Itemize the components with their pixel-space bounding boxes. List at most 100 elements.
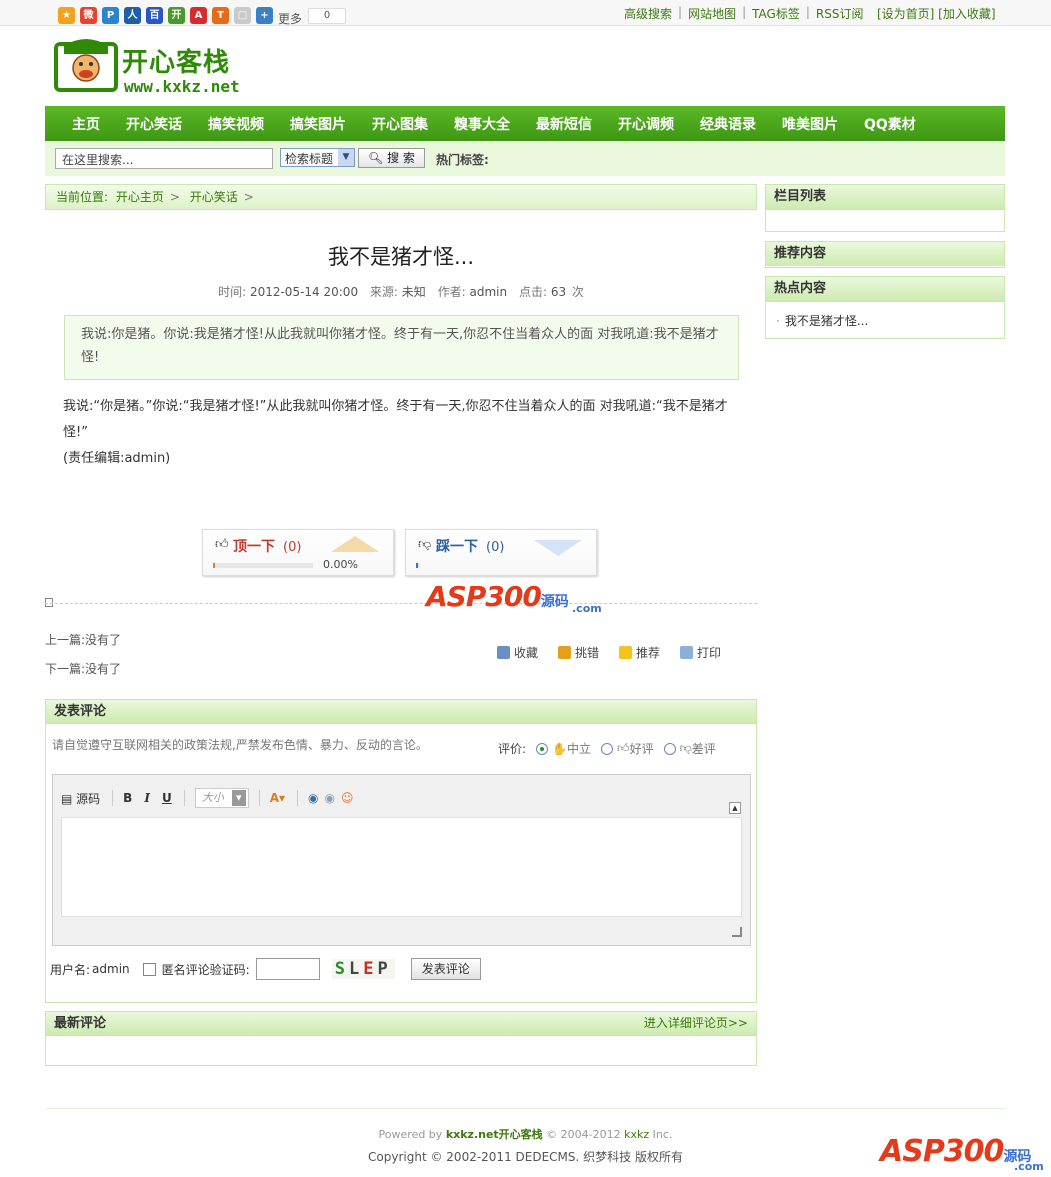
nav-item-9[interactable]: 唯美图片: [782, 114, 838, 134]
top-links: 高级搜索 | 网站地图 | TAG标签 | RSS订阅: [624, 5, 864, 22]
taobao-icon[interactable]: T: [212, 7, 229, 24]
article-paragraph: 我说:“你是猪。”你说:“我是猪才怪!”从此我就叫你猪才怪。终于有一天,你忍不住…: [63, 399, 728, 440]
breadcrumb-home[interactable]: 开心主页: [116, 190, 164, 204]
nav-item-0[interactable]: 主页: [72, 114, 100, 134]
printer-icon: [680, 646, 694, 659]
resize-handle-icon[interactable]: [732, 927, 742, 937]
nav-item-10[interactable]: QQ素材: [864, 114, 916, 134]
sidebar-hot-item[interactable]: 我不是猪才怪...: [766, 302, 1004, 329]
sitemap-link[interactable]: 网站地图: [688, 5, 736, 22]
captcha-input[interactable]: [255, 958, 320, 980]
captcha-image[interactable]: SLEP: [331, 959, 395, 979]
top-bar: ★ 微 P 人百开 A T □ + 更多 0 高级搜索 | 网站地图 | TAG标签 | RSS订阅 …: [0, 0, 1051, 26]
sidebar-recommended: 推荐内容: [765, 241, 1005, 268]
breadcrumb: 当前位置: 开心主页 > 开心笑话 >: [45, 184, 757, 210]
recommend-button[interactable]: 推荐: [619, 644, 660, 661]
italic-button[interactable]: I: [144, 791, 150, 805]
source-button[interactable]: ▤ 源码: [61, 790, 100, 807]
kaixin-icon[interactable]: 开: [168, 7, 185, 24]
renren-icon[interactable]: 人: [124, 7, 141, 24]
article-editor: (责任编辑:admin): [63, 451, 171, 466]
hot-tags-label: 热门标签:: [436, 153, 489, 167]
watermark-logo: ASP300源码 .com: [426, 580, 602, 615]
article-summary: 我说:你是猪。你说:我是猪才怪!从此我就叫你猪才怪。终于有一天,你忍不住当着众人…: [64, 315, 739, 380]
article-title: 我不是猪才怪...: [327, 245, 475, 269]
comment-footer: 用户名: admin 匿名评论 验证码: SLEP 发表评论: [50, 958, 481, 980]
rating-bad-radio[interactable]: [663, 742, 676, 755]
baidu-icon[interactable]: 百: [146, 7, 163, 24]
image-icon[interactable]: ◉: [308, 791, 318, 805]
latest-comments: 最新评论 进入详细评论页>>: [45, 1011, 757, 1066]
nav-item-4[interactable]: 开心图集: [372, 114, 428, 134]
vote-up-button[interactable]: 👍︎ 顶一下 (0) 0.00%: [202, 529, 394, 576]
submit-comment-button[interactable]: 发表评论: [410, 958, 481, 980]
meta-clicks: 63: [550, 285, 567, 299]
site-logo[interactable]: 开心客栈 www.kxkz.net: [54, 36, 254, 98]
vote-down-button[interactable]: 👎︎ 踩一下 (0): [405, 529, 597, 576]
meta-clicks-unit: 次: [571, 285, 584, 299]
qzone-icon[interactable]: ★: [58, 7, 75, 24]
breadcrumb-category[interactable]: 开心笑话: [190, 190, 238, 204]
font-size-select[interactable]: 大小: [194, 788, 249, 808]
share-more-link[interactable]: 更多: [278, 10, 302, 27]
rating-group: 评价: ✋ 中立 👍︎ 好评 👎︎ 差评: [498, 740, 716, 757]
set-home-favorite-links[interactable]: [设为首页] [加入收藏]: [877, 5, 996, 22]
rating-label: 评价:: [498, 742, 527, 756]
all-comments-link[interactable]: 进入详细评论页>>: [644, 1012, 748, 1035]
sohu-icon[interactable]: A: [190, 7, 207, 24]
search-button[interactable]: 🔍︎ 搜 索: [358, 148, 425, 168]
search-icon: 🔍︎: [368, 151, 384, 165]
more-share-icon[interactable]: +: [256, 7, 273, 24]
pen-icon: [558, 646, 572, 659]
search-input[interactable]: 在这里搜索...: [55, 148, 273, 169]
pengyou-icon[interactable]: P: [102, 7, 119, 24]
rss-link[interactable]: RSS订阅: [816, 5, 864, 22]
bold-button[interactable]: B: [123, 791, 132, 805]
underline-button[interactable]: U: [162, 791, 172, 805]
collapse-toolbar-icon[interactable]: ▲: [729, 802, 741, 814]
report-error-button[interactable]: 挑错: [558, 644, 599, 661]
meta-source-label: 来源:: [369, 285, 398, 299]
search-button-label: 搜 索: [387, 151, 415, 165]
nav-item-7[interactable]: 开心调频: [618, 114, 674, 134]
username-value: admin: [92, 962, 130, 976]
latest-comments-header: 最新评论 进入详细评论页>>: [46, 1012, 756, 1036]
tag-link[interactable]: TAG标签: [752, 5, 800, 22]
vote-down-bar: [416, 563, 420, 568]
comment-textarea[interactable]: [61, 817, 742, 917]
nav-item-6[interactable]: 最新短信: [536, 114, 592, 134]
search-type-select[interactable]: 检索标题 ▼: [280, 148, 355, 167]
favorite-button[interactable]: 收藏: [497, 644, 538, 661]
thumbs-down-icon: 👎︎: [418, 537, 432, 552]
nav-item-1[interactable]: 开心笑话: [126, 114, 182, 134]
nav-item-8[interactable]: 经典语录: [700, 114, 756, 134]
logo-mascot-icon: [54, 39, 118, 92]
star-icon: [619, 646, 633, 659]
down-arrow-icon: [534, 540, 582, 556]
comment-editor: ▤ 源码 B I U 大小 A▾ ◉ ◉ ☺ ▲: [52, 774, 751, 946]
smiley-icon[interactable]: ☺: [341, 791, 354, 805]
breadcrumb-prefix: 当前位置:: [56, 190, 109, 204]
print-button[interactable]: 打印: [680, 644, 721, 661]
copy-icon[interactable]: □: [234, 7, 251, 24]
rating-neutral-radio[interactable]: [536, 742, 549, 755]
next-article-link[interactable]: 下一篇:没有了: [45, 660, 121, 677]
weibo-icon[interactable]: 微: [80, 7, 97, 24]
nav-item-2[interactable]: 搞笑视频: [208, 114, 264, 134]
prev-article-link[interactable]: 上一篇:没有了: [45, 631, 121, 648]
editor-toolbar: ▤ 源码 B I U 大小 A▾ ◉ ◉ ☺: [61, 787, 366, 809]
divider: [45, 603, 757, 604]
rating-good-radio[interactable]: [601, 742, 614, 755]
advanced-search-link[interactable]: 高级搜索: [624, 5, 672, 22]
nav-item-5[interactable]: 糗事大全: [454, 114, 510, 134]
nav-item-3[interactable]: 搞笑图片: [290, 114, 346, 134]
flash-icon[interactable]: ◉: [325, 791, 335, 805]
article-actions: 收藏 挑错 推荐 打印: [497, 644, 741, 661]
footer-site-link[interactable]: kxkz.net开心客栈: [446, 1128, 543, 1141]
logo-text-cn: 开心客栈: [122, 48, 231, 78]
share-toolbar: ★ 微 P 人百开 A T □ + 更多 0: [58, 4, 347, 27]
footer-divider: [45, 1108, 1005, 1109]
font-color-icon[interactable]: A▾: [270, 791, 285, 805]
anonymous-checkbox[interactable]: [142, 962, 156, 976]
logo-text-en: www.kxkz.net: [124, 77, 240, 96]
